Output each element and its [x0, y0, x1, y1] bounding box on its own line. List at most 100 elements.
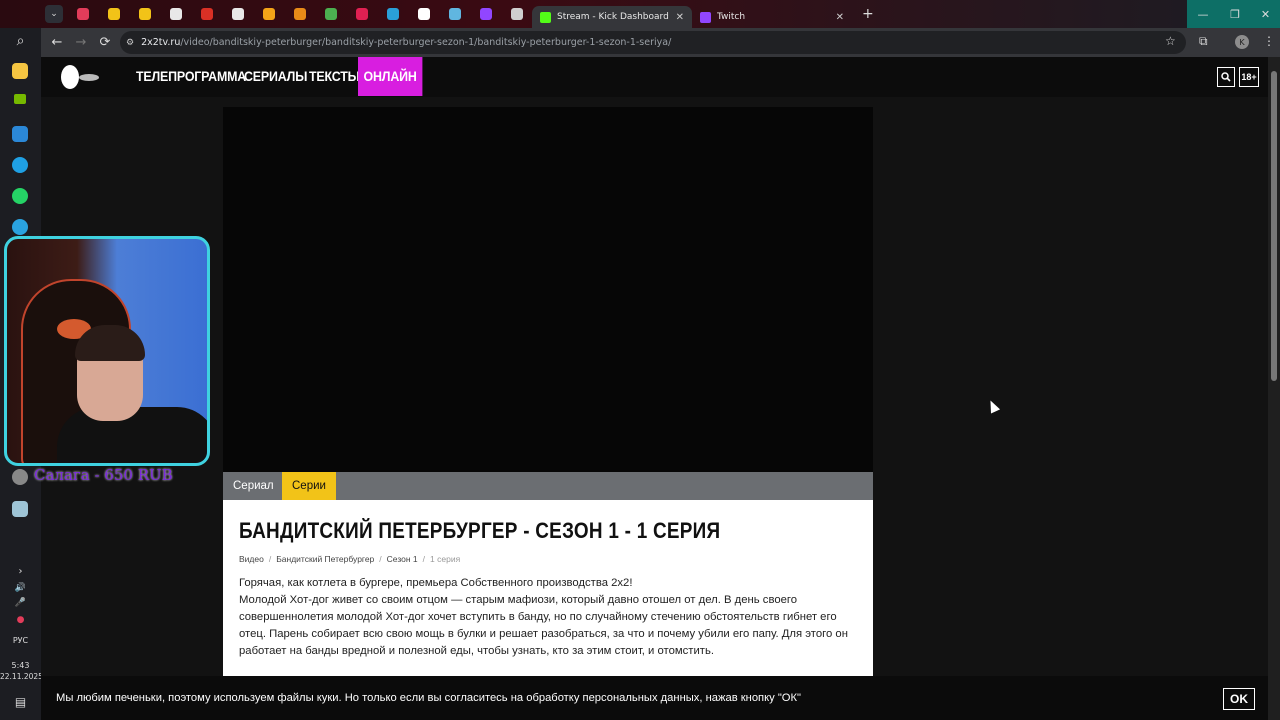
episode-description: Горячая, как котлета в бургере, премьера…: [239, 575, 849, 660]
pinned-tab-favicon-icon: [107, 8, 120, 20]
pinned-tab[interactable]: [222, 0, 253, 28]
breadcrumb-season[interactable]: Сезон 1: [387, 554, 418, 564]
tab-close-icon[interactable]: ✕: [836, 12, 844, 23]
donation-alert: Салага - 650 RUB: [34, 466, 173, 484]
file-explorer-icon[interactable]: [12, 63, 28, 79]
age-rating-badge[interactable]: 18+: [1239, 67, 1259, 87]
pinned-tab-favicon-icon: [386, 8, 399, 20]
tab-title: Twitch: [717, 12, 746, 22]
pinned-tab[interactable]: [129, 0, 160, 28]
browser-tab-strip: ⌄ Stream - Kick Dashboard ✕ Twitch ✕ + —…: [0, 0, 1280, 28]
nav-tv-program[interactable]: ТЕЛЕПРОГРАММА: [136, 57, 246, 96]
pinned-tab-favicon-icon: [510, 8, 523, 20]
back-button[interactable]: ←: [45, 35, 69, 50]
nav-series[interactable]: СЕРИАЛЫ: [244, 57, 307, 96]
search-icon[interactable]: ⌕: [0, 33, 41, 49]
webpage: ТЕЛЕПРОГРАММА СЕРИАЛЫ ТЕКСТЫ ОНЛАЙН 18+ …: [41, 57, 1268, 720]
clock-time: 5:43: [11, 661, 30, 670]
pinned-tab[interactable]: [284, 0, 315, 28]
minimize-button[interactable]: —: [1187, 0, 1219, 28]
pinned-tab-favicon-icon: [169, 8, 182, 20]
logo-disc: [79, 74, 99, 81]
restore-button[interactable]: ❐: [1219, 0, 1251, 28]
pinned-tab[interactable]: [315, 0, 346, 28]
video-player[interactable]: [223, 107, 873, 472]
bookmark-star-icon[interactable]: ☆: [1165, 34, 1176, 48]
pinned-tab[interactable]: [160, 0, 191, 28]
pinned-tab-favicon-icon: [448, 8, 461, 20]
pinned-tab-favicon-icon: [138, 8, 151, 20]
pinned-tab-favicon-icon: [200, 8, 213, 20]
store-icon[interactable]: [12, 126, 28, 142]
pinned-tab[interactable]: [191, 0, 222, 28]
cookie-banner: Мы любим печеньки, поэтому используем фа…: [41, 676, 1268, 720]
streamer-hair: [75, 325, 145, 361]
nav-texts[interactable]: ТЕКСТЫ: [309, 57, 360, 96]
nav-online[interactable]: ОНЛАЙН: [358, 57, 423, 96]
whatsapp-icon[interactable]: [12, 188, 28, 204]
tab-kick-dashboard[interactable]: Stream - Kick Dashboard ✕: [532, 6, 692, 28]
pinned-tab-favicon-icon: [231, 8, 244, 20]
clock-date: 22.11.2025: [0, 672, 43, 681]
notification-icon[interactable]: ▤: [0, 695, 41, 709]
tray-icon[interactable]: ●: [0, 615, 41, 625]
site-info-icon[interactable]: ⚙: [126, 38, 134, 48]
description-line: Горячая, как котлета в бургере, премьера…: [239, 577, 633, 589]
pinned-tab[interactable]: [346, 0, 377, 28]
page-title: БАНДИТСКИЙ ПЕТЕРБУРГЕР - СЕЗОН 1 - 1 СЕР…: [239, 518, 721, 543]
forward-button[interactable]: →: [69, 35, 93, 50]
content-tabs: Сериал Серии: [223, 472, 873, 500]
tab-twitch[interactable]: Twitch ✕: [692, 6, 852, 28]
tab-episodes[interactable]: Серии: [282, 472, 336, 500]
browser-menu-icon[interactable]: ⋮: [1263, 34, 1275, 48]
browser-toolbar: ← → ⟳ ⚙ 2x2tv.ru/video/banditskiy-peterb…: [41, 28, 1280, 57]
tab-close-icon[interactable]: ✕: [676, 12, 684, 23]
nvidia-icon[interactable]: [14, 94, 26, 104]
pinned-tab[interactable]: [501, 0, 532, 28]
tab-title: Stream - Kick Dashboard: [557, 12, 669, 22]
app-icon[interactable]: [12, 469, 28, 485]
address-bar[interactable]: ⚙ 2x2tv.ru/video/banditskiy-peterburger/…: [120, 31, 1186, 54]
webcam-overlay: [4, 236, 210, 466]
site-logo[interactable]: [61, 65, 103, 89]
url-path: /video/banditskiy-peterburger/banditskiy…: [180, 37, 672, 48]
reload-button[interactable]: ⟳: [93, 35, 117, 50]
page-scrollbar[interactable]: [1268, 57, 1280, 720]
pinned-tab[interactable]: [470, 0, 501, 28]
description-line: Молодой Хот-дог живет со своим отцом — с…: [239, 594, 848, 657]
breadcrumb: Видео / Бандитский Петербургер / Сезон 1/1 с…: [239, 554, 461, 564]
pinned-tab[interactable]: [67, 0, 98, 28]
close-window-button[interactable]: ✕: [1251, 0, 1280, 28]
profile-avatar[interactable]: K: [1235, 35, 1249, 49]
extensions-icon[interactable]: ⧉: [1199, 34, 1208, 49]
breadcrumb-video[interactable]: Видео: [239, 554, 264, 564]
pinned-tab-favicon-icon: [355, 8, 368, 20]
tab-series[interactable]: Сериал: [223, 472, 284, 500]
notes-icon[interactable]: [12, 501, 28, 517]
pinned-tab[interactable]: [377, 0, 408, 28]
tab-search-icon[interactable]: ⌄: [45, 5, 63, 23]
pinned-tab[interactable]: [253, 0, 284, 28]
pinned-tab-favicon-icon: [262, 8, 275, 20]
pinned-tab-favicon-icon: [479, 8, 492, 20]
breadcrumb-show[interactable]: Бандитский Петербургер: [276, 554, 374, 564]
pinned-tabs: [67, 0, 532, 28]
breadcrumb-current: 1 серия: [430, 554, 461, 564]
language-indicator[interactable]: РУС: [0, 636, 41, 645]
search-icon[interactable]: [1217, 67, 1235, 87]
cookie-ok-button[interactable]: OK: [1223, 688, 1255, 710]
pinned-tab[interactable]: [439, 0, 470, 28]
kick-icon: [540, 11, 551, 23]
telegram-icon[interactable]: [12, 219, 28, 235]
url-domain: 2x2tv.ru: [141, 37, 181, 48]
volume-icon[interactable]: 🔊: [0, 583, 41, 593]
edge-icon[interactable]: [12, 157, 28, 173]
pinned-tab[interactable]: [98, 0, 129, 28]
new-tab-button[interactable]: +: [862, 6, 874, 22]
chevron-right-icon[interactable]: ›: [0, 566, 41, 577]
pinned-tab-favicon-icon: [417, 8, 430, 20]
pinned-tab-favicon-icon: [293, 8, 306, 20]
pinned-tab[interactable]: [408, 0, 439, 28]
microphone-icon[interactable]: 🎤: [0, 598, 41, 608]
scrollbar-thumb[interactable]: [1271, 71, 1277, 381]
